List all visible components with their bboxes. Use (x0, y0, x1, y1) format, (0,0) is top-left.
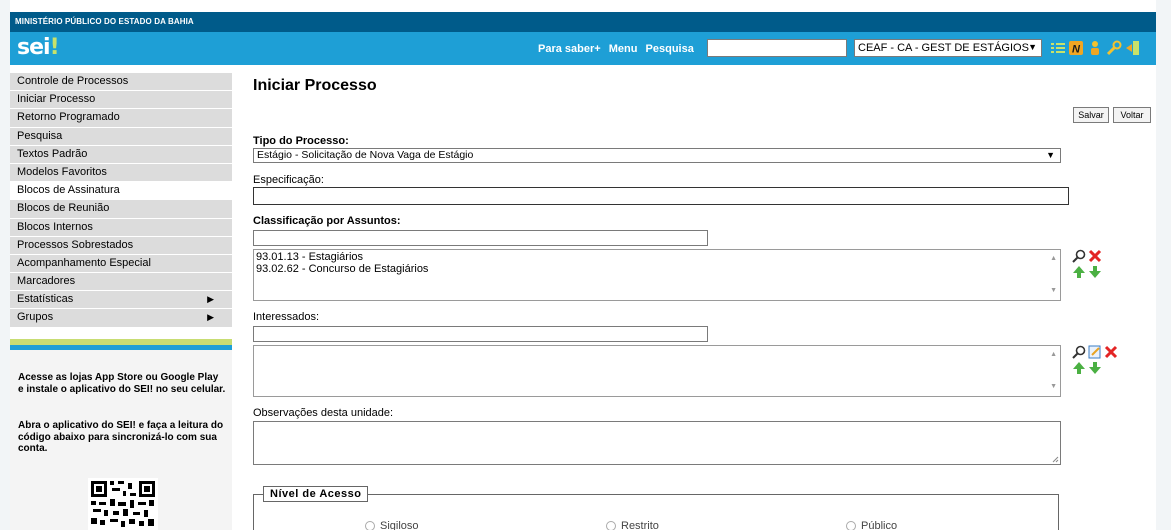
sidebar-item-blocos-de-assinatura[interactable]: Blocos de Assinatura (10, 182, 232, 201)
arrow-down-icon[interactable] (1088, 265, 1102, 279)
interessados-search-input[interactable] (253, 326, 708, 342)
radio-publico[interactable]: Público (846, 520, 897, 530)
list-item[interactable]: 93.01.13 - Estagiários (256, 251, 1058, 263)
org-bar: MINISTÉRIO PÚBLICO DO ESTADO DA BAHIA (10, 12, 1156, 32)
chevron-right-icon: ▶ (207, 312, 214, 323)
interessados-actions (1071, 345, 1121, 379)
sidebar-item-modelos-favoritos[interactable]: Modelos Favoritos (10, 163, 232, 183)
scroll-down-icon[interactable]: ▼ (1050, 381, 1057, 393)
assuntos-actions (1071, 249, 1113, 283)
back-button[interactable]: Voltar (1113, 107, 1151, 123)
tipo-processo-value: Estágio - Solicitação de Nova Vaga de Es… (257, 149, 474, 161)
sidebar-item-controle-de-processos[interactable]: Controle de Processos (10, 73, 232, 92)
nav-link-pesquisa[interactable]: Pesquisa (646, 43, 694, 55)
org-name: MINISTÉRIO PÚBLICO DO ESTADO DA BAHIA (15, 17, 194, 26)
app-promo-text: Acesse as lojas App Store ou Google Play… (18, 372, 226, 395)
radio-label: Público (861, 520, 898, 530)
tipo-processo-select[interactable]: Estágio - Solicitação de Nova Vaga de Es… (253, 148, 1061, 163)
radio-label: Sigiloso (380, 520, 419, 530)
radio-restrito[interactable]: Restrito (606, 520, 659, 530)
page-title: Iniciar Processo (253, 77, 377, 94)
search-input[interactable] (707, 39, 847, 57)
sidebar-item-label: Grupos (17, 311, 54, 324)
nav-link-saber-mais[interactable]: Para saber+ (538, 43, 601, 55)
interessados-label: Interessados: (253, 311, 320, 323)
arrow-down-icon[interactable] (1088, 361, 1102, 375)
unit-select[interactable]: CEAF - CA - GEST DE ESTÁGIOS ▼ (854, 39, 1042, 57)
user-icon[interactable] (1087, 40, 1103, 56)
radio-circle-icon[interactable] (846, 521, 856, 530)
sidebar-item-label: Estatísticas (17, 293, 74, 306)
scroll-down-icon[interactable]: ▼ (1050, 285, 1057, 297)
chevron-right-icon: ▶ (207, 294, 214, 305)
sidebar-item-estatisticas[interactable]: Estatísticas ▶ (10, 291, 232, 310)
arrow-up-icon[interactable] (1072, 361, 1086, 375)
list-icon[interactable] (1050, 40, 1066, 56)
logo-mark: ! (49, 35, 60, 60)
scroll-up-icon[interactable]: ▲ (1050, 349, 1057, 361)
radio-circle-icon[interactable] (606, 521, 616, 530)
remove-icon[interactable] (1104, 345, 1118, 359)
nav-links: Para saber+ Menu Pesquisa (538, 43, 699, 55)
search-icon[interactable] (1072, 249, 1086, 263)
sidebar-item-iniciar-processo[interactable]: Iniciar Processo (10, 91, 232, 110)
interessados-listbox[interactable]: ▲ ▼ (253, 345, 1061, 397)
resize-grip-icon[interactable] (1052, 456, 1059, 463)
navbar: sei! Para saber+ Menu Pesquisa CEAF - CA… (10, 32, 1156, 65)
scroll-up-icon[interactable]: ▲ (1050, 253, 1057, 265)
remove-icon[interactable] (1088, 249, 1102, 263)
sync-promo-text: Abra o aplicativo do SEI! e faça a leitu… (18, 420, 224, 454)
sidebar-item-blocos-de-reuniao[interactable]: Blocos de Reunião (10, 200, 232, 219)
tipo-processo-label: Tipo do Processo: (253, 135, 349, 147)
nav-link-menu[interactable]: Menu (609, 43, 638, 55)
radio-circle-icon[interactable] (365, 521, 375, 530)
page-left-margin (0, 0, 10, 530)
assuntos-listbox[interactable]: 93.01.13 - Estagiários 93.02.62 - Concur… (253, 249, 1061, 301)
chevron-down-icon: ▼ (1046, 150, 1055, 160)
list-item[interactable]: 93.02.62 - Concurso de Estagiários (256, 263, 1058, 275)
qr-code-icon (88, 478, 158, 530)
chevron-down-icon: ▼ (1028, 42, 1037, 52)
sidebar-menu: Controle de Processos Iniciar Processo R… (10, 73, 232, 328)
svg-text:N: N (1072, 44, 1081, 56)
sidebar-item-blocos-internos[interactable]: Blocos Internos (10, 218, 232, 237)
observacoes-textarea[interactable] (253, 421, 1061, 465)
especificacao-field[interactable] (253, 187, 1069, 205)
search-icon[interactable] (1072, 345, 1086, 359)
unit-select-value: CEAF - CA - GEST DE ESTÁGIOS (858, 42, 1029, 54)
page-right-margin (1156, 0, 1171, 530)
logo-text: sei (17, 35, 51, 60)
save-button[interactable]: Salvar (1073, 107, 1109, 123)
notes-icon[interactable]: N (1068, 40, 1084, 56)
app-promo-panel: Acesse as lojas App Store ou Google Play… (10, 350, 232, 530)
sidebar-item-pesquisa[interactable]: Pesquisa (10, 127, 232, 146)
sidebar-item-marcadores[interactable]: Marcadores (10, 273, 232, 292)
assuntos-search-input[interactable] (253, 230, 708, 246)
arrow-up-icon[interactable] (1072, 265, 1086, 279)
radio-label: Restrito (621, 520, 659, 530)
sidebar-item-retorno-programado[interactable]: Retorno Programado (10, 109, 232, 128)
sidebar-item-processos-sobrestados[interactable]: Processos Sobrestados (10, 236, 232, 255)
radio-sigiloso[interactable]: Sigiloso (365, 520, 419, 530)
logout-icon[interactable] (1125, 40, 1141, 56)
sidebar-divider (10, 339, 232, 350)
sei-logo[interactable]: sei! (17, 35, 60, 60)
sidebar-item-acompanhamento-especial[interactable]: Acompanhamento Especial (10, 254, 232, 274)
wrench-icon[interactable] (1106, 40, 1122, 56)
sidebar-item-textos-padrao[interactable]: Textos Padrão (10, 145, 232, 164)
nivel-acesso-legend: Nível de Acesso (263, 486, 369, 502)
assuntos-label: Classificação por Assuntos: (253, 215, 401, 227)
especificacao-label: Especificação: (253, 174, 324, 186)
edit-icon[interactable] (1088, 345, 1102, 359)
sidebar-item-grupos[interactable]: Grupos ▶ (10, 309, 232, 328)
observacoes-label: Observações desta unidade: (253, 407, 394, 419)
